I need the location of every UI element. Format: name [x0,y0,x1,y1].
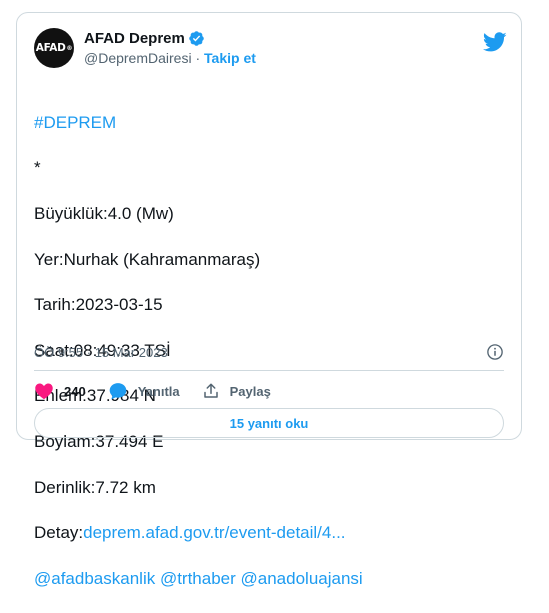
tweet-card: AFAD ® AFAD Deprem @DepremDairesi · Takip… [16,12,522,588]
reply-button[interactable]: Yanıtla [108,381,180,401]
follow-button[interactable]: Takip et [204,50,256,66]
reply-label: Yanıtla [137,383,180,399]
like-button[interactable]: 240 [34,381,86,401]
text-line-asterisk: * [34,158,41,178]
detail-label: Detay: [34,523,84,543]
text-line-detail: Detay:deprem.afad.gov.tr/event-detail/4.… [34,522,507,545]
verified-badge-icon [189,31,204,46]
tweet-header: AFAD ® AFAD Deprem @DepremDairesi · Takip… [34,28,507,68]
info-icon[interactable] [486,343,504,361]
like-count: 240 [64,383,86,399]
tweet-timestamp[interactable]: ÖÖ 9:55 · 15 Mar 2023 [34,345,168,360]
twitter-bird-icon[interactable] [483,30,507,54]
hashtag-link[interactable]: #DEPREM [34,112,507,135]
handle-separator: · [191,50,205,66]
heart-icon [35,383,53,399]
author-handle[interactable]: @DepremDairesi [84,50,192,66]
avatar[interactable]: AFAD ® [34,28,74,68]
reply-bubble-icon [109,383,127,400]
divider [34,370,504,371]
avatar-logo-text: AFAD [35,42,66,54]
detail-link[interactable]: deprem.afad.gov.tr/event-detail/4... [83,523,345,542]
mentions-links[interactable]: @afadbaskanlik @trthaber @anadoluajansi [34,568,507,591]
share-label: Paylaş [229,383,271,399]
text-line-date: Tarih:2023-03-15 [34,295,163,315]
tweet-actions: 240 Yanıtla Paylaş [34,381,293,401]
share-button[interactable]: Paylaş [202,382,271,400]
author-block: AFAD Deprem @DepremDairesi · Takip et [84,29,256,68]
text-line-location: Yer:Nurhak (Kahramanmaraş) [34,249,261,269]
author-name[interactable]: AFAD Deprem [84,29,185,48]
text-line-magnitude: Büyüklük:4.0 (Mw) [34,203,174,223]
read-replies-button[interactable]: 15 yanıtı oku [34,408,504,438]
share-upload-icon [203,383,218,398]
registered-mark: ® [66,44,73,52]
text-line-depth: Derinlik:7.72 km [34,477,156,497]
